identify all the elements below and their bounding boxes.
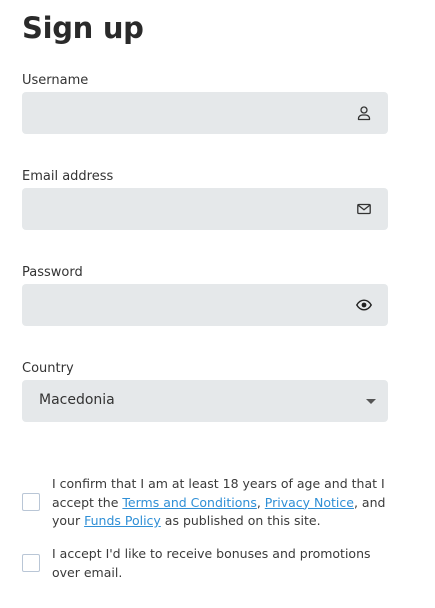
user-icon (357, 106, 371, 121)
age-consent-text-part3: as published on this site. (160, 513, 321, 528)
email-label: Email address (22, 169, 114, 184)
password-field[interactable] (22, 284, 388, 326)
caret-down-icon (366, 399, 376, 404)
email-field[interactable] (22, 188, 388, 230)
terms-and-conditions-link[interactable]: Terms and Conditions (122, 495, 256, 510)
age-consent-separator: , (256, 494, 265, 510)
country-select[interactable]: Macedonia (22, 380, 388, 422)
promotions-consent-text: I accept I'd like to receive bonuses and… (52, 546, 371, 580)
eye-icon[interactable] (356, 297, 372, 313)
email-input[interactable] (22, 188, 388, 230)
username-field[interactable] (22, 92, 388, 134)
password-input[interactable] (22, 284, 388, 326)
page-title: Sign up (22, 11, 144, 45)
country-label: Country (22, 361, 74, 376)
promotions-consent-checkbox[interactable] (22, 554, 40, 572)
username-input[interactable] (22, 92, 388, 134)
age-consent-text: I confirm that I am at least 18 years of… (52, 475, 397, 531)
country-selected-value: Macedonia (39, 392, 115, 408)
funds-policy-link[interactable]: Funds Policy (84, 513, 161, 528)
privacy-notice-link[interactable]: Privacy Notice (265, 495, 354, 510)
envelope-icon (357, 203, 371, 215)
age-consent-checkbox[interactable] (22, 493, 40, 511)
username-label: Username (22, 73, 89, 88)
password-label: Password (22, 265, 83, 280)
